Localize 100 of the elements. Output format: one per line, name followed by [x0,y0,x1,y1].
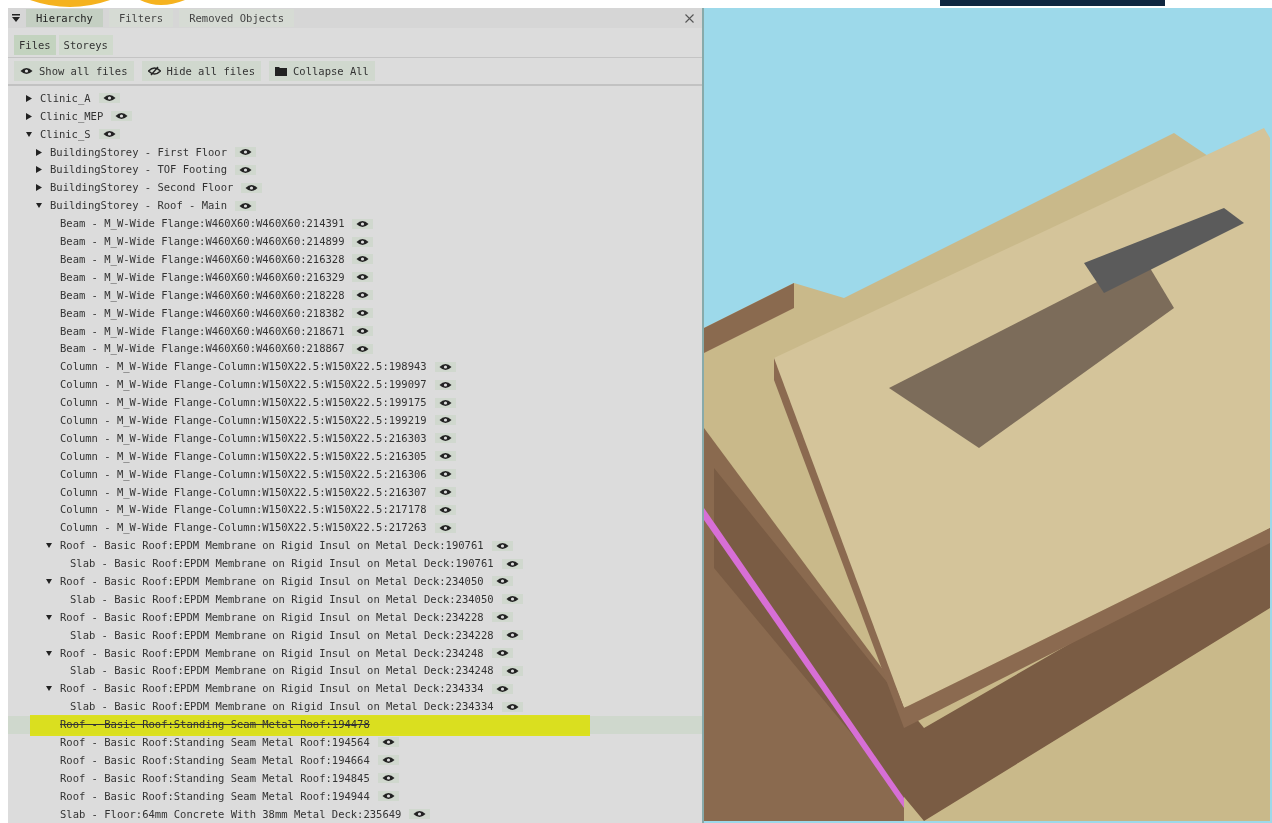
visibility-button[interactable] [352,272,374,283]
tree-row[interactable]: Column - M_W-Wide Flange-Column:W150X22.5:W150X22.5:216307 [8,483,702,501]
tree-row[interactable]: Slab - Basic Roof:EPDM Membrane on Rigid Insul on Metal Deck:234248 [8,662,702,680]
tree-row[interactable]: Column - M_W-Wide Flange-Column:W150X22.5:W150X22.5:217178 [8,500,702,519]
visibility-button[interactable] [352,308,374,319]
visibility-button[interactable] [377,791,399,802]
menu-triangle-icon[interactable] [12,14,20,23]
visibility-button[interactable] [491,683,513,694]
action-button[interactable]: Collapse All [269,61,375,82]
tree-row[interactable]: Slab - Basic Roof:EPDM Membrane on Rigid Insul on Metal Deck:234228 [8,626,702,645]
tree-row[interactable]: BuildingStorey - Roof - Main [8,196,702,215]
visibility-button[interactable] [501,558,523,569]
close-icon[interactable] [685,13,694,23]
collapsed-arrow-icon[interactable] [26,112,32,120]
tree-row[interactable]: Beam - M_W-Wide Flange:W460X60:W460X60:218382 [8,304,702,323]
tree-row[interactable]: BuildingStorey - Second Floor [8,178,702,197]
visibility-button[interactable] [434,397,456,408]
tree-row[interactable]: Roof - Basic Roof:Standing Seam Metal Roof:194944 [8,787,702,806]
visibility-button[interactable] [501,701,523,712]
tree-row[interactable]: Column - M_W-Wide Flange-Column:W150X22.5:W150X22.5:217263 [8,518,702,537]
panel-tab[interactable]: Filters [108,9,174,28]
visibility-button[interactable] [377,773,399,784]
tree-row[interactable]: Beam - M_W-Wide Flange:W460X60:W460X60:214899 [8,232,702,251]
tree-row[interactable]: Beam - M_W-Wide Flange:W460X60:W460X60:218671 [8,322,702,340]
visibility-button[interactable] [409,809,431,820]
visibility-button[interactable] [352,254,374,265]
visibility-button[interactable] [377,737,399,748]
view-tab[interactable]: Files [14,35,56,56]
visibility-button[interactable] [352,290,374,301]
visibility-button[interactable] [491,648,513,659]
tree-row[interactable]: Roof - Basic Roof:Standing Seam Metal Roof:194478 [8,715,702,734]
tree-row[interactable]: Slab - Basic Roof:EPDM Membrane on Rigid Insul on Metal Deck:190761 [8,554,702,573]
expanded-arrow-icon[interactable] [46,613,52,621]
visibility-button[interactable] [352,218,374,229]
tree-row[interactable]: BuildingStorey - First Floor [8,143,702,162]
collapsed-arrow-icon[interactable] [36,184,42,192]
expanded-arrow-icon[interactable] [36,202,42,210]
expanded-arrow-icon[interactable] [46,649,52,657]
tree-row[interactable]: Slab - Basic Roof:EPDM Membrane on Rigid Insul on Metal Deck:234334 [8,697,702,716]
tree-row[interactable]: Clinic_A [8,89,702,108]
tree-row[interactable]: Column - M_W-Wide Flange-Column:W150X22.5:W150X22.5:216305 [8,447,702,466]
action-button[interactable]: Hide all files [141,61,262,82]
visibility-button[interactable] [434,361,456,372]
tree-row[interactable]: Column - M_W-Wide Flange-Column:W150X22.5:W150X22.5:199097 [8,375,702,394]
tree-row[interactable]: Beam - M_W-Wide Flange:W460X60:W460X60:214391 [8,214,702,233]
tree-row[interactable]: Roof - Basic Roof:EPDM Membrane on Rigid Insul on Metal Deck:234248 [8,644,702,662]
expanded-arrow-icon[interactable] [46,542,52,550]
view-tab[interactable]: Storeys [58,35,113,56]
tree-row[interactable]: Slab - Floor:64mm Concrete With 38mm Metal Deck:235649 [8,805,702,823]
tree-row[interactable]: Roof - Basic Roof:EPDM Membrane on Rigid Insul on Metal Deck:234334 [8,679,702,698]
panel-tab[interactable]: Hierarchy [26,9,103,28]
expanded-arrow-icon[interactable] [46,577,52,585]
visibility-button[interactable] [98,93,120,104]
tree-row[interactable]: Clinic_MEP [8,107,702,126]
visibility-button[interactable] [434,469,456,480]
visibility-button[interactable] [434,451,456,462]
collapsed-arrow-icon[interactable] [36,166,42,174]
visibility-button[interactable] [352,326,374,336]
visibility-button[interactable] [501,594,523,605]
tree-row[interactable]: Column - M_W-Wide Flange-Column:W150X22.5:W150X22.5:216306 [8,465,702,484]
tree-row[interactable]: Beam - M_W-Wide Flange:W460X60:W460X60:218867 [8,339,702,358]
visibility-button[interactable] [98,129,120,140]
tree-row[interactable]: Column - M_W-Wide Flange-Column:W150X22.5:W150X22.5:216303 [8,429,702,448]
expanded-arrow-icon[interactable] [46,685,52,693]
tree-row[interactable]: Column - M_W-Wide Flange-Column:W150X22.5:W150X22.5:198943 [8,357,702,376]
visibility-button[interactable] [111,111,133,122]
tree-row[interactable]: Slab - Basic Roof:EPDM Membrane on Rigid Insul on Metal Deck:234050 [8,590,702,609]
visibility-button[interactable] [434,379,456,390]
visibility-button[interactable] [491,576,513,587]
tree-row[interactable]: Roof - Basic Roof:EPDM Membrane on Rigid Insul on Metal Deck:234050 [8,572,702,591]
tree-row[interactable]: Roof - Basic Roof:EPDM Membrane on Rigid Insul on Metal Deck:234228 [8,608,702,627]
visibility-button[interactable] [241,182,263,193]
visibility-button[interactable] [501,665,523,676]
visibility-button[interactable] [434,433,456,444]
tree-row[interactable]: Roof - Basic Roof:EPDM Membrane on Rigid Insul on Metal Deck:190761 [8,536,702,555]
visibility-button[interactable] [377,755,399,766]
visibility-button[interactable] [434,415,456,426]
tree-row[interactable]: Column - M_W-Wide Flange-Column:W150X22.5:W150X22.5:199219 [8,411,702,430]
visibility-button[interactable] [235,200,256,211]
tree-row[interactable]: Clinic_S [8,125,702,144]
expanded-arrow-icon[interactable] [26,130,32,138]
visibility-button[interactable] [235,147,256,158]
collapsed-arrow-icon[interactable] [26,94,32,102]
tree-row[interactable]: Roof - Basic Roof:Standing Seam Metal Roof:194845 [8,769,702,788]
visibility-button[interactable] [434,487,456,497]
collapsed-arrow-icon[interactable] [36,148,42,156]
tree-row[interactable]: Column - M_W-Wide Flange-Column:W150X22.5:W150X22.5:199175 [8,393,702,412]
tree-row[interactable]: Roof - Basic Roof:Standing Seam Metal Roof:194664 [8,751,702,770]
tree-row[interactable]: Beam - M_W-Wide Flange:W460X60:W460X60:216329 [8,268,702,287]
visibility-button[interactable] [491,540,513,551]
visibility-button[interactable] [501,630,523,641]
tree-row[interactable]: BuildingStorey - TOF Footing [8,161,702,179]
visibility-button[interactable] [491,612,513,623]
visibility-button[interactable] [352,236,374,247]
panel-tab[interactable]: Removed Objects [179,9,294,28]
tree-row[interactable]: Beam - M_W-Wide Flange:W460X60:W460X60:218228 [8,286,702,305]
visibility-button[interactable] [434,504,456,515]
visibility-button[interactable] [235,165,256,175]
tree-row[interactable]: Beam - M_W-Wide Flange:W460X60:W460X60:216328 [8,250,702,269]
visibility-button[interactable] [434,522,456,533]
